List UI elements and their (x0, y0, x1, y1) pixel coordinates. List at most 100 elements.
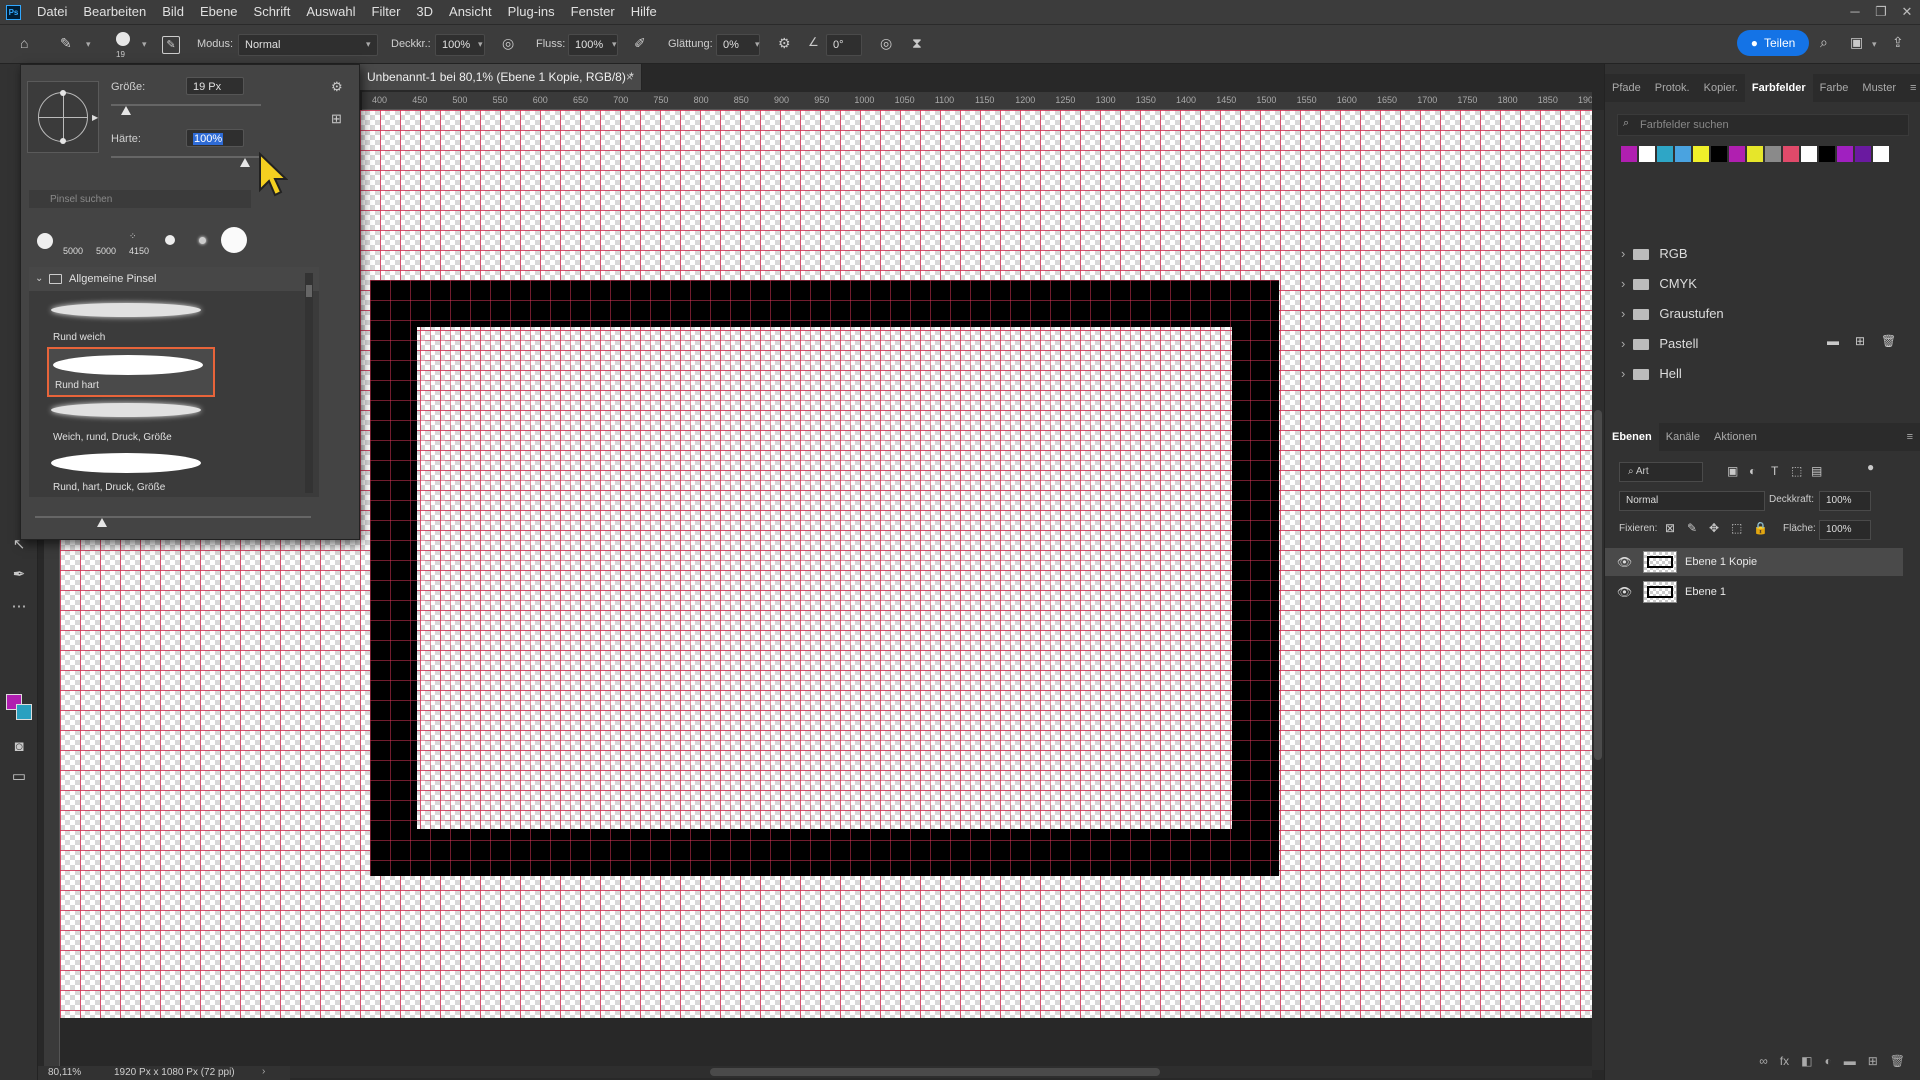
layer-filter-select[interactable]: ⌕ Art (1619, 462, 1703, 482)
pressure-size-icon[interactable]: ◎ (880, 35, 892, 52)
glaettung-chevron-icon[interactable]: ▾ (755, 39, 760, 50)
menu-hilfe[interactable]: Hilfe (623, 0, 665, 24)
modus-select[interactable]: Normal (238, 34, 378, 56)
fill-field[interactable]: 100% (1819, 520, 1871, 540)
close-icon[interactable]: ✕ (1894, 0, 1920, 24)
layer-row[interactable]: 👁 Ebene 1 (1605, 578, 1903, 606)
color-swatch[interactable] (1747, 146, 1763, 162)
menu-bild[interactable]: Bild (154, 0, 192, 24)
restore-icon[interactable]: ❐ (1868, 0, 1894, 24)
brush-weich-rund-druck-groesse[interactable]: Weich, rund, Druck, Größe (47, 397, 215, 447)
horizontal-scroll-thumb[interactable] (710, 1068, 1160, 1076)
hardness-field[interactable]: 100% (186, 129, 244, 147)
more-tools-icon[interactable]: ⋯ (8, 596, 30, 618)
preview-size-slider[interactable] (35, 516, 311, 518)
fx-icon[interactable]: fx (1780, 1054, 1789, 1080)
tab-aktionen[interactable]: Aktionen (1707, 423, 1764, 451)
menu-plugins[interactable]: Plug-ins (500, 0, 563, 24)
horizontal-scrollbar[interactable] (290, 1066, 1592, 1078)
hardness-slider-handle[interactable] (240, 158, 250, 167)
workspace-icon[interactable]: ▣ (1850, 34, 1863, 51)
deckkraft-chevron-icon[interactable]: ▾ (478, 39, 483, 50)
quick-mask-icon[interactable]: ◙ (8, 736, 30, 758)
brush-search-input[interactable]: Pinsel suchen (29, 190, 251, 208)
status-arrow-icon[interactable]: › (262, 1066, 265, 1077)
color-swatch[interactable] (1657, 146, 1673, 162)
vertical-scrollbar[interactable] (1592, 110, 1604, 1070)
add-mask-icon[interactable]: ◧ (1801, 1054, 1812, 1080)
tab-ebenen[interactable]: Ebenen (1605, 423, 1659, 451)
size-slider-track[interactable] (111, 104, 261, 106)
pen-tool-icon[interactable]: ✒ (8, 564, 30, 586)
delete-icon[interactable]: 🗑 (1881, 334, 1896, 348)
size-field[interactable]: 19 Px (186, 77, 244, 95)
brush-rund-hart[interactable]: Rund hart (47, 347, 215, 397)
color-swatch[interactable] (1873, 146, 1889, 162)
brush-tool-icon[interactable]: ✎ (60, 35, 72, 52)
color-swatch[interactable] (1855, 146, 1871, 162)
export-icon[interactable]: ⇪ (1892, 34, 1904, 51)
hardness-slider-track[interactable] (111, 156, 261, 158)
airbrush-icon[interactable]: ✐ (634, 35, 646, 52)
link-layers-icon[interactable]: ∞ (1759, 1054, 1768, 1080)
photoshop-app-icon[interactable]: Ps (6, 4, 21, 20)
glaettung-field[interactable]: 0% (716, 34, 760, 56)
layer-row[interactable]: 👁 Ebene 1 Kopie (1605, 548, 1903, 576)
gear-icon[interactable]: ⚙ (778, 35, 791, 52)
size-slider-handle[interactable] (120, 106, 131, 115)
color-swatch[interactable] (1819, 146, 1835, 162)
tab-farbe[interactable]: Farbe (1813, 74, 1856, 102)
new-group-icon[interactable]: ▬ (1827, 334, 1839, 348)
tab-pfade[interactable]: Pfade (1605, 74, 1648, 102)
new-preset-icon[interactable]: ⊞ (331, 111, 342, 127)
filter-toggle-icon[interactable]: ● (1867, 460, 1874, 474)
screen-mode-icon[interactable]: ▭ (8, 766, 30, 788)
lock-position-icon[interactable]: ✥ (1709, 521, 1719, 535)
background-color-swatch[interactable] (16, 704, 32, 720)
panel-menu-icon[interactable]: ≡ (1900, 423, 1920, 451)
filter-adjustment-icon[interactable]: ◐ (1749, 464, 1756, 478)
opacity-field[interactable]: 100% (1819, 491, 1871, 511)
new-group-icon[interactable]: ▬ (1844, 1054, 1856, 1080)
scatter-brush-icon[interactable]: ⁘ (129, 231, 137, 242)
menu-3d[interactable]: 3D (408, 0, 441, 24)
modus-chevron-icon[interactable]: ▾ (366, 39, 371, 50)
menu-ebene[interactable]: Ebene (192, 0, 246, 24)
brush-settings-icon[interactable]: ✎ (162, 36, 180, 54)
lock-transparency-icon[interactable]: ⊠ (1665, 521, 1675, 535)
workspace-chevron-icon[interactable]: ▾ (1872, 39, 1877, 50)
menu-schrift[interactable]: Schrift (246, 0, 299, 24)
document-tab[interactable]: Unbenannt-1 bei 80,1% (Ebene 1 Kopie, RG… (360, 64, 642, 90)
fluss-field[interactable]: 100% (568, 34, 618, 56)
fluss-chevron-icon[interactable]: ▾ (612, 39, 617, 50)
brush-list-scrollbar[interactable] (305, 273, 313, 493)
color-swatch[interactable] (1783, 146, 1799, 162)
brush-angle-preview[interactable]: ▶ (27, 81, 99, 153)
filter-pixel-icon[interactable]: ▣ (1727, 464, 1738, 478)
brush-picker-chevron-icon[interactable]: ▾ (142, 39, 147, 50)
blend-mode-select[interactable]: Normal (1619, 491, 1765, 511)
tab-close-icon[interactable]: × (626, 64, 633, 90)
eye-icon[interactable]: 👁 (1617, 578, 1632, 606)
eye-icon[interactable]: 👁 (1617, 548, 1632, 576)
preview-size-handle[interactable] (97, 518, 107, 527)
color-swatch[interactable] (1837, 146, 1853, 162)
filter-type-icon[interactable]: T (1771, 464, 1778, 478)
menu-filter[interactable]: Filter (364, 0, 409, 24)
symmetry-icon[interactable]: ⧗ (912, 35, 922, 52)
menu-ansicht[interactable]: Ansicht (441, 0, 500, 24)
swatch-group-graustufen[interactable]: › Graustufen (1621, 302, 1901, 326)
recent-brush-icon[interactable] (199, 237, 206, 244)
brush-preview-icon[interactable] (116, 32, 130, 46)
color-swatch[interactable] (1693, 146, 1709, 162)
brush-rund-weich[interactable]: Rund weich (47, 297, 215, 347)
recent-brush-icon[interactable] (165, 235, 175, 245)
brush-rund-hart-druck-groesse[interactable]: Rund, hart, Druck, Größe (47, 447, 215, 497)
menu-datei[interactable]: Datei (29, 0, 75, 24)
pressure-opacity-icon[interactable]: ◎ (502, 35, 514, 52)
swatch-group-cmyk[interactable]: › CMYK (1621, 272, 1901, 296)
search-icon[interactable]: ⌕ (1820, 34, 1828, 51)
menu-auswahl[interactable]: Auswahl (298, 0, 363, 24)
swatch-group-hell[interactable]: › Hell (1621, 362, 1901, 386)
tool-preset-chevron-icon[interactable]: ▾ (86, 39, 91, 50)
